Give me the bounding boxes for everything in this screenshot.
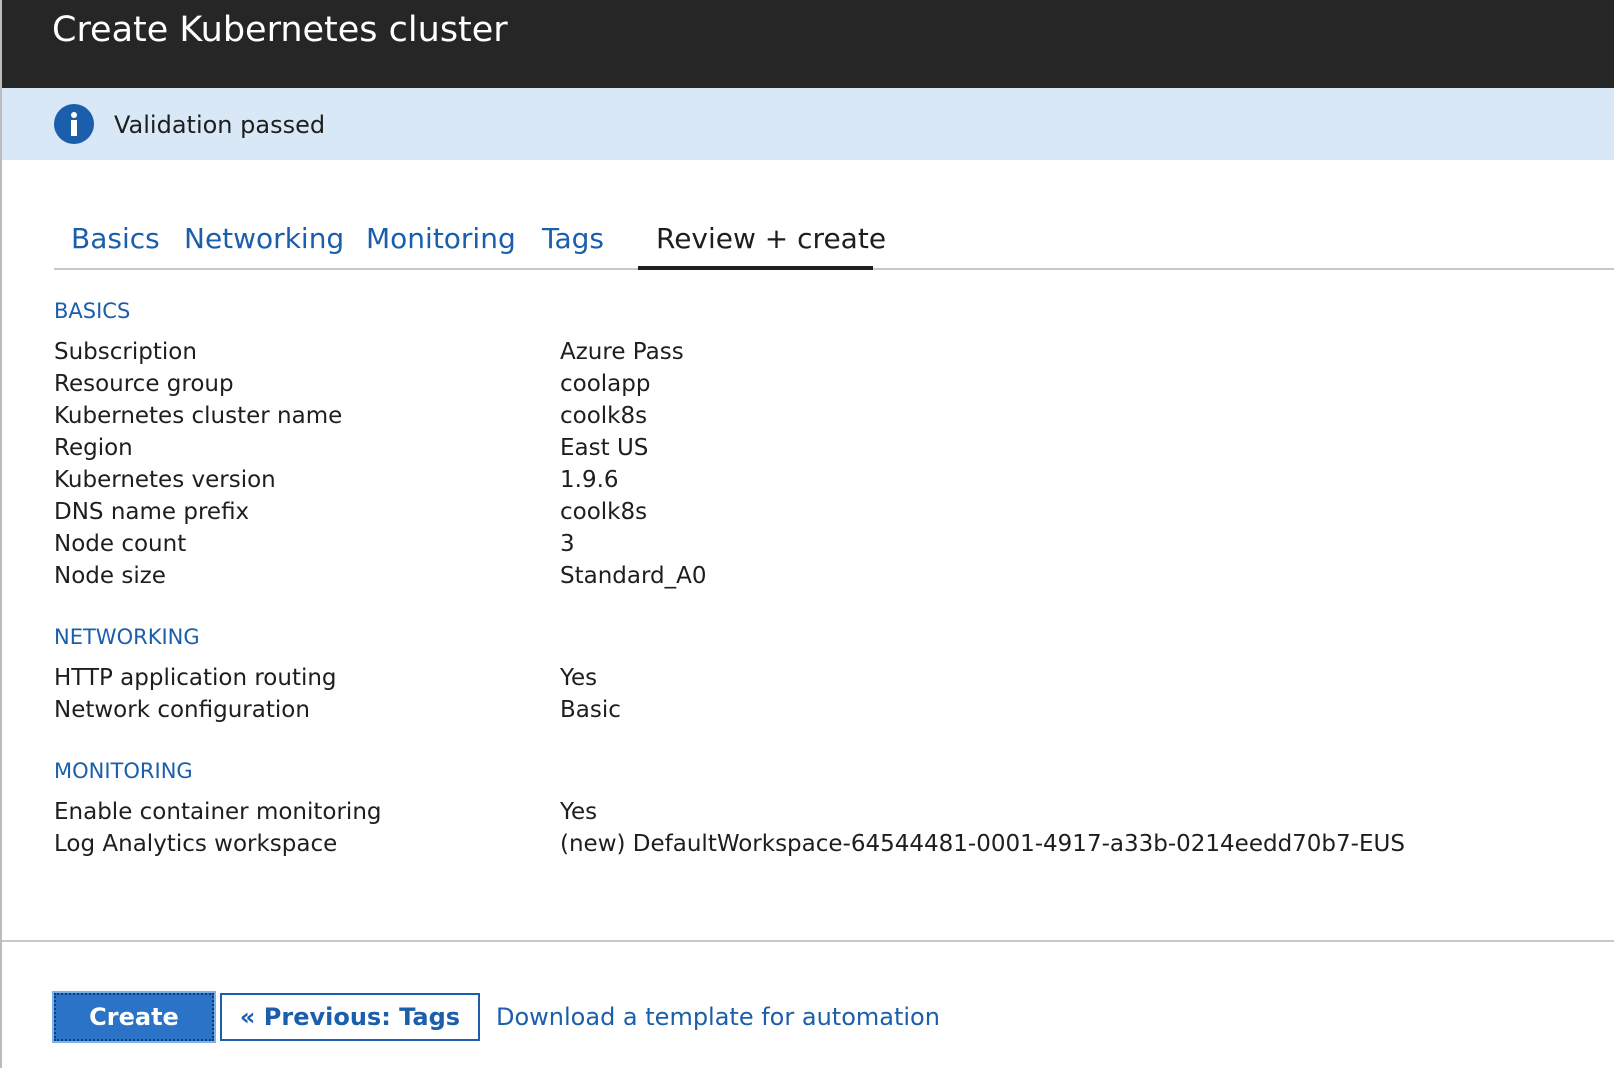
summary-row: Network configuration Basic — [54, 694, 1554, 726]
summary-value: coolapp — [560, 371, 651, 397]
summary-label: DNS name prefix — [54, 499, 250, 525]
summary-label: Network configuration — [54, 697, 310, 723]
summary-label: Node size — [54, 563, 166, 589]
tab-basics[interactable]: Basics — [71, 216, 160, 270]
summary-label: Subscription — [54, 339, 197, 365]
top-bar: Create Kubernetes cluster — [2, 0, 1614, 88]
summary-value: Basic — [560, 697, 621, 723]
summary-value: coolk8s — [560, 499, 648, 525]
summary-value: coolk8s — [560, 403, 648, 429]
tab-monitoring[interactable]: Monitoring — [366, 216, 516, 270]
tab-networking[interactable]: Networking — [184, 216, 344, 270]
validation-message: Validation passed — [114, 111, 326, 139]
summary-value: East US — [560, 435, 649, 461]
summary-value: Azure Pass — [560, 339, 684, 365]
summary-value: 3 — [560, 531, 575, 557]
summary-row: Kubernetes cluster name coolk8s — [54, 400, 1554, 432]
summary-label: Kubernetes cluster name — [54, 403, 343, 429]
summary-row: Subscription Azure Pass — [54, 336, 1554, 368]
summary-value: Yes — [560, 665, 598, 691]
summary-label: Region — [54, 435, 133, 461]
summary-row: Resource group coolapp — [54, 368, 1554, 400]
summary-value: Yes — [560, 799, 598, 825]
summary-value: Standard_A0 — [560, 563, 707, 589]
tab-review-create[interactable]: Review + create — [638, 216, 886, 270]
summary-label: Kubernetes version — [54, 467, 276, 493]
summary-row: Kubernetes version 1.9.6 — [54, 464, 1554, 496]
section-title-networking: NETWORKING — [54, 625, 200, 649]
create-cluster-blade: Create Kubernetes cluster Validation pas… — [0, 0, 1614, 1068]
summary-label: HTTP application routing — [54, 665, 337, 691]
info-icon — [54, 104, 94, 144]
footer-divider — [2, 940, 1614, 942]
summary-label: Resource group — [54, 371, 234, 397]
summary-value: 1.9.6 — [560, 467, 619, 493]
summary-row: Log Analytics workspace (new) DefaultWor… — [54, 828, 1554, 860]
summary-label: Log Analytics workspace — [54, 831, 338, 857]
summary-row: Enable container monitoring Yes — [54, 796, 1554, 828]
summary-label: Node count — [54, 531, 187, 557]
tab-strip: Basics Networking Monitoring Tags Review… — [54, 216, 1614, 270]
section-title-basics: BASICS — [54, 299, 131, 323]
summary-row: HTTP application routing Yes — [54, 662, 1554, 694]
tab-tags[interactable]: Tags — [542, 216, 604, 270]
section-title-monitoring: MONITORING — [54, 759, 193, 783]
summary-label: Enable container monitoring — [54, 799, 382, 825]
create-button[interactable]: Create — [52, 991, 216, 1043]
page-title: Create Kubernetes cluster — [52, 10, 508, 50]
summary-row: DNS name prefix coolk8s — [54, 496, 1554, 528]
summary-value: (new) DefaultWorkspace-64544481-0001-491… — [560, 831, 1405, 857]
previous-tags-button[interactable]: « Previous: Tags — [220, 993, 480, 1041]
summary-row: Node count 3 — [54, 528, 1554, 560]
summary-row: Node size Standard_A0 — [54, 560, 1554, 592]
summary-row: Region East US — [54, 432, 1554, 464]
download-template-link[interactable]: Download a template for automation — [496, 1002, 940, 1032]
